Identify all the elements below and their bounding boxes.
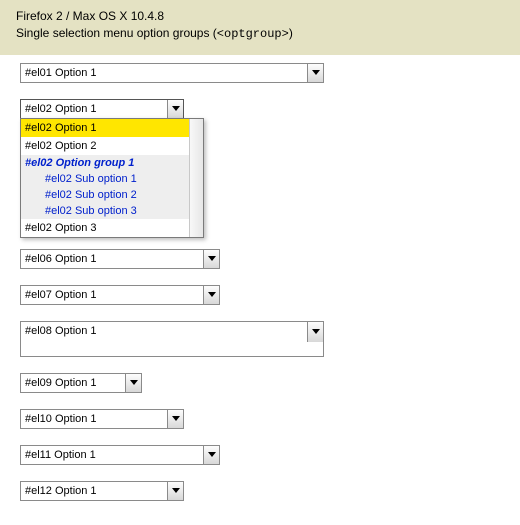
select-el01[interactable]: #el01 Option 1 [20,63,324,83]
header-banner: Firefox 2 / Max OS X 10.4.8 Single selec… [0,0,520,55]
select-el02[interactable]: #el02 Option 1 [20,99,184,119]
option-el02-sub1[interactable]: #el02 Sub option 1 [21,171,203,187]
browser-os-label: Firefox 2 / Max OS X 10.4.8 [16,8,504,25]
select-value: #el02 Option 1 [21,100,167,118]
content-area: #el01 Option 1 #el02 Option 1 #el02 Opti… [0,55,520,525]
select-value: #el06 Option 1 [21,250,203,268]
select-el12[interactable]: #el12 Option 1 [20,481,184,501]
scrollbar[interactable] [189,119,203,237]
dropdown-arrow-icon[interactable] [125,374,141,392]
select-row-el07: #el07 Option 1 [20,285,500,305]
subtitle-suffix: ) [289,26,293,40]
select-el11[interactable]: #el11 Option 1 [20,445,220,465]
select-row-el02: #el02 Option 1 #el02 Option 1 #el02 Opti… [20,99,500,119]
option-el02-sub2[interactable]: #el02 Sub option 2 [21,187,203,203]
select-el10[interactable]: #el10 Option 1 [20,409,184,429]
subtitle-code: <optgroup> [217,27,289,41]
select-el06[interactable]: #el06 Option 1 [20,249,220,269]
dropdown-arrow-icon[interactable] [307,322,323,342]
select-row-el11: #el11 Option 1 [20,445,500,465]
select-row-el12: #el12 Option 1 [20,481,500,501]
select-el09[interactable]: #el09 Option 1 [20,373,142,393]
option-el02-sub3[interactable]: #el02 Sub option 3 [21,203,203,219]
subtitle-prefix: Single selection menu option groups ( [16,26,217,40]
dropdown-arrow-icon[interactable] [203,286,219,304]
select-row-el10: #el10 Option 1 [20,409,500,429]
select-value: #el10 Option 1 [21,410,167,428]
dropdown-arrow-icon[interactable] [167,100,183,118]
dropdown-arrow-icon[interactable] [167,482,183,500]
select-el07[interactable]: #el07 Option 1 [20,285,220,305]
dropdown-menu-el02: #el02 Option 1 #el02 Option 2 #el02 Opti… [20,118,204,238]
dropdown-arrow-icon[interactable] [203,446,219,464]
select-value: #el11 Option 1 [21,446,203,464]
select-row-el01: #el01 Option 1 [20,63,500,83]
select-value: #el01 Option 1 [21,64,307,82]
dropdown-arrow-icon[interactable] [307,64,323,82]
option-el02-3[interactable]: #el02 Option 3 [21,219,203,237]
option-el02-2[interactable]: #el02 Option 2 [21,137,203,155]
select-row-el06: #el06 Option 1 [20,249,500,269]
option-el02-1[interactable]: #el02 Option 1 [21,119,203,137]
page-subtitle: Single selection menu option groups (<op… [16,25,504,43]
select-row-el08: #el08 Option 1 [20,321,500,357]
dropdown-arrow-icon[interactable] [203,250,219,268]
select-value: #el07 Option 1 [21,286,203,304]
dropdown-arrow-icon[interactable] [167,410,183,428]
optgroup-label-el02-1: #el02 Option group 1 [21,155,203,171]
select-el08[interactable]: #el08 Option 1 [20,321,324,357]
select-value: #el09 Option 1 [21,374,125,392]
select-value: #el08 Option 1 [21,322,323,340]
select-value: #el12 Option 1 [21,482,167,500]
select-row-el09: #el09 Option 1 [20,373,500,393]
